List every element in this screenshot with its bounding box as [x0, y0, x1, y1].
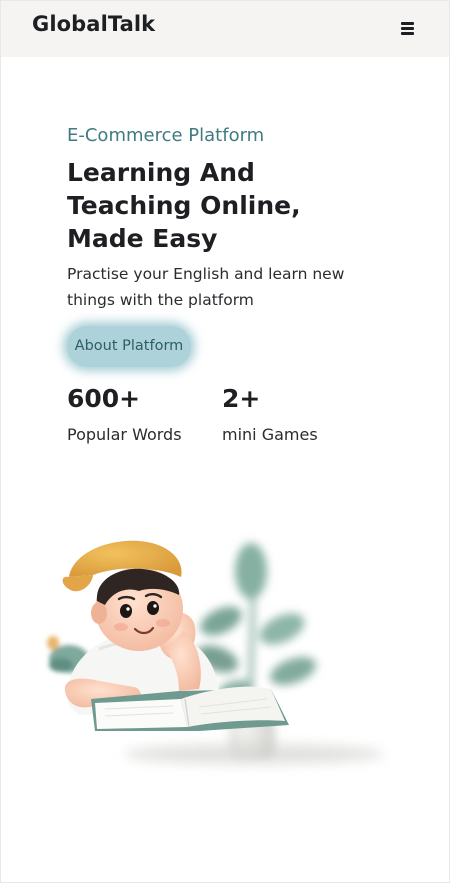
- stat-label-games: mini Games: [222, 425, 318, 444]
- page: GlobalTalk E-Commerce Platform Learning …: [0, 0, 450, 883]
- brand-logo[interactable]: GlobalTalk: [32, 12, 155, 36]
- hero-eyebrow: E-Commerce Platform: [67, 125, 265, 146]
- menu-bar: [401, 27, 414, 30]
- menu-bar: [401, 32, 414, 35]
- hero-headline: Learning And Teaching Online, Made Easy: [67, 156, 367, 255]
- stat-value-words: 600+: [67, 384, 141, 413]
- headline-line: Teaching Online,: [67, 191, 301, 220]
- stat-label-words: Popular Words: [67, 425, 182, 444]
- headline-line: Learning And: [67, 158, 255, 187]
- navbar: GlobalTalk: [1, 1, 449, 57]
- hamburger-menu-icon[interactable]: [398, 18, 418, 38]
- hero-subtext: Practise your English and learn new thin…: [67, 265, 345, 309]
- boy-reading-book-illustration: [47, 540, 384, 764]
- stat-value-games: 2+: [222, 384, 261, 413]
- headline-line: Made Easy: [67, 224, 218, 253]
- about-platform-button[interactable]: About Platform: [67, 326, 191, 367]
- menu-bar: [401, 22, 414, 25]
